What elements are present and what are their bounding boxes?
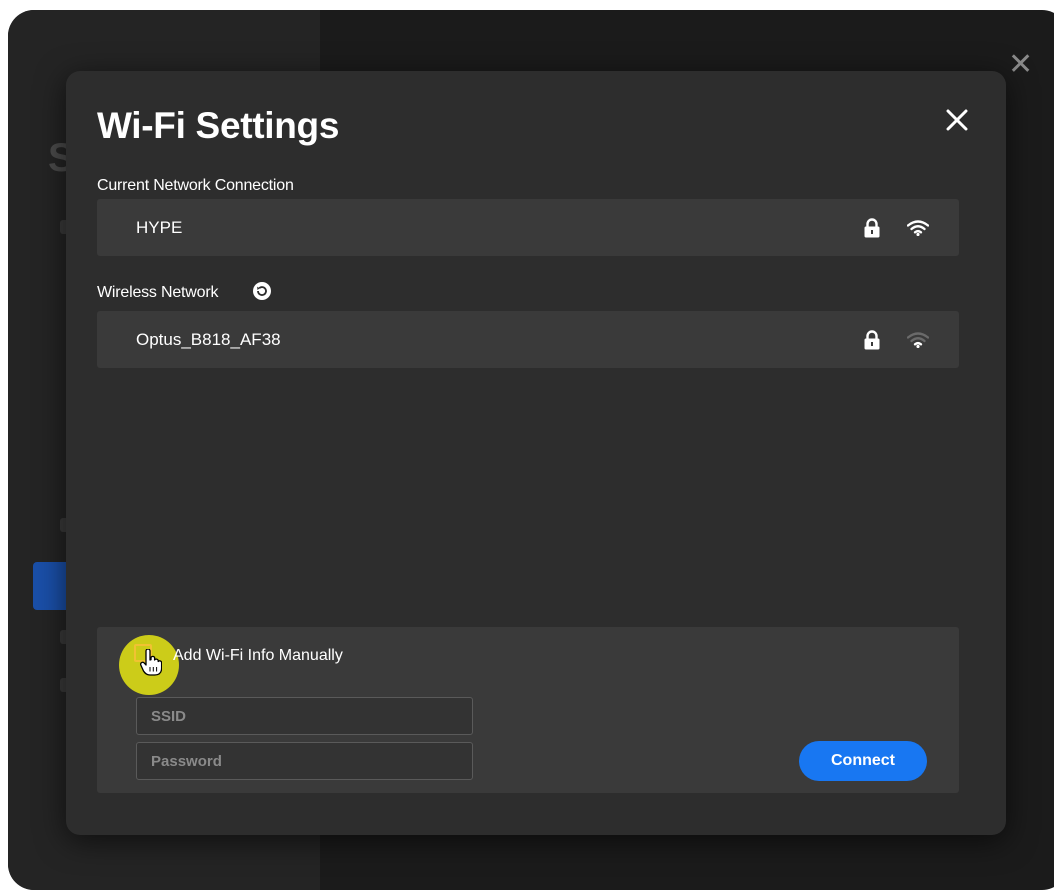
lock-icon [864, 330, 880, 350]
wifi-icon [907, 220, 929, 236]
wireless-network-row[interactable]: Optus_B818_AF38 [97, 311, 959, 368]
wifi-settings-dialog: Wi-Fi Settings Current Network Connectio… [66, 71, 1006, 835]
ssid-input[interactable] [136, 697, 473, 735]
lock-icon [864, 218, 880, 238]
current-network-label: Current Network Connection [97, 177, 294, 194]
dialog-title: Wi-Fi Settings [97, 105, 340, 146]
hand-cursor-icon [140, 649, 162, 676]
network-name: Optus_B818_AF38 [136, 330, 281, 349]
current-network-row[interactable]: HYPE [97, 199, 959, 256]
manual-wifi-panel: Add Wi-Fi Info Manually Connect [97, 627, 959, 793]
wifi-icon [907, 332, 929, 348]
network-name: HYPE [136, 218, 183, 237]
connect-button[interactable]: Connect [799, 741, 927, 781]
close-icon [946, 109, 968, 131]
refresh-icon[interactable] [253, 282, 271, 300]
wireless-network-label: Wireless Network [97, 284, 219, 301]
manual-label: Add Wi-Fi Info Manually [173, 647, 343, 664]
background-close-icon[interactable]: ✕ [1008, 50, 1033, 80]
close-button[interactable] [942, 105, 972, 135]
password-input[interactable] [136, 742, 473, 780]
